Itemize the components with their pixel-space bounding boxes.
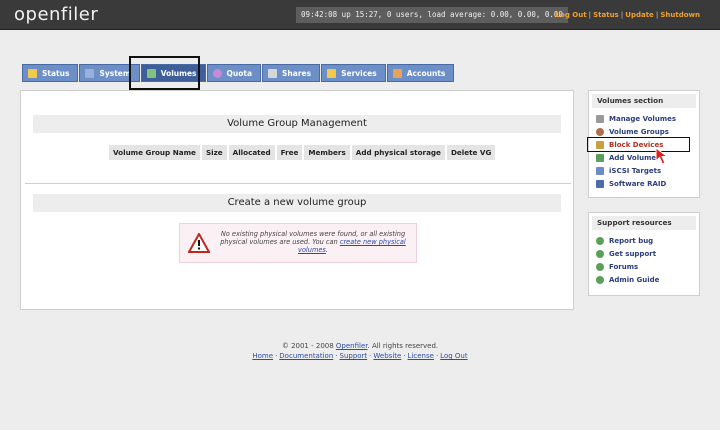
sidebar-item-software-raid[interactable]: Software RAID (589, 177, 699, 190)
copyright: © 2001 - 2008 Openfiler. All rights rese… (281, 342, 439, 350)
openfiler-link[interactable]: Openfiler (336, 342, 368, 350)
forums-icon (596, 262, 604, 271)
footer-support-link[interactable]: Support (340, 352, 368, 360)
block-devices-icon (596, 140, 604, 149)
tab-system[interactable]: System (79, 64, 140, 82)
iscsi-targets-icon (596, 166, 604, 175)
top-links: Log Out | Status | Update | Shutdown (555, 11, 700, 19)
system-icon (85, 68, 95, 78)
volumes-section-title: Volumes section (592, 94, 696, 108)
tab-status[interactable]: Status (22, 64, 79, 82)
mouse-cursor-icon (655, 147, 669, 165)
footer-website-link[interactable]: Website (373, 352, 401, 360)
manage-volumes-icon (596, 114, 604, 123)
shares-icon (268, 68, 278, 78)
volume-groups-icon (596, 127, 604, 136)
warning-box: No existing physical volumes were found,… (179, 223, 417, 263)
sidebar-item-manage-volumes[interactable]: Manage Volumes (589, 112, 699, 125)
col-allocated: Allocated (228, 145, 275, 160)
col-size: Size (201, 145, 227, 160)
col-add-storage: Add physical storage (351, 145, 445, 160)
add-volume-icon (596, 153, 604, 162)
sidebar-item-forums[interactable]: Forums (589, 260, 699, 273)
support-section: Support resources Report bug Get support… (588, 212, 700, 296)
col-delete-vg: Delete VG (446, 145, 496, 160)
footer: © 2001 - 2008 Openfiler. All rights rese… (0, 341, 720, 361)
footer-license-link[interactable]: License (408, 352, 434, 360)
sidebar-item-get-support[interactable]: Get support (589, 247, 699, 260)
top-bar: openfiler 09:42:08 up 15:27, 0 users, lo… (0, 0, 720, 30)
volumes-icon (146, 68, 156, 78)
sidebar-item-report-bug[interactable]: Report bug (589, 234, 699, 247)
main-tabs: Status System Volumes Quota Shares Servi… (22, 64, 455, 82)
tab-shares[interactable]: Shares (262, 64, 321, 82)
footer-home-link[interactable]: Home (252, 352, 273, 360)
footer-logout-link[interactable]: Log Out (440, 352, 467, 360)
section-divider (25, 183, 571, 184)
sidebar-item-volume-groups[interactable]: Volume Groups (589, 125, 699, 138)
tab-accounts[interactable]: Accounts (386, 64, 455, 82)
col-free: Free (276, 145, 303, 160)
uptime-status: 09:42:08 up 15:27, 0 users, load average… (296, 7, 568, 23)
sidebar-item-block-devices[interactable]: Block Devices (589, 138, 699, 151)
report-bug-icon (596, 236, 604, 245)
software-raid-icon (596, 179, 604, 188)
warning-icon (188, 233, 210, 253)
update-link[interactable]: Update (625, 11, 654, 19)
sidebar-item-iscsi-targets[interactable]: iSCSI Targets (589, 164, 699, 177)
vg-table-header: Volume Group Name Size Allocated Free Me… (109, 145, 496, 160)
create-vg-title: Create a new volume group (33, 194, 561, 212)
volumes-section: Volumes section Manage Volumes Volume Gr… (588, 90, 700, 198)
tab-volumes[interactable]: Volumes (140, 64, 206, 82)
sidebar-item-admin-guide[interactable]: Admin Guide (589, 273, 699, 286)
logout-link[interactable]: Log Out (556, 11, 587, 19)
col-members: Members (304, 145, 350, 160)
vg-management-title: Volume Group Management (33, 115, 561, 133)
main-panel: Volume Group Management Volume Group Nam… (20, 90, 574, 310)
status-link[interactable]: Status (593, 11, 619, 19)
shutdown-link[interactable]: Shutdown (660, 11, 700, 19)
status-icon (28, 68, 37, 78)
get-support-icon (596, 249, 604, 258)
admin-guide-icon (596, 275, 604, 284)
col-vg-name: Volume Group Name (109, 145, 200, 160)
footer-documentation-link[interactable]: Documentation (279, 352, 333, 360)
quota-icon (212, 68, 222, 78)
support-section-title: Support resources (592, 216, 696, 230)
accounts-icon (392, 68, 402, 78)
services-icon (327, 68, 337, 78)
footer-links: Home · Documentation · Support · Website · Licen… (252, 352, 468, 360)
tab-quota[interactable]: Quota (206, 64, 262, 82)
sidebar-item-add-volume[interactable]: Add Volume (589, 151, 699, 164)
tab-services[interactable]: Services (321, 64, 386, 82)
warning-message: No existing physical volumes were found,… (220, 230, 406, 255)
openfiler-logo[interactable]: openfiler (14, 4, 98, 25)
